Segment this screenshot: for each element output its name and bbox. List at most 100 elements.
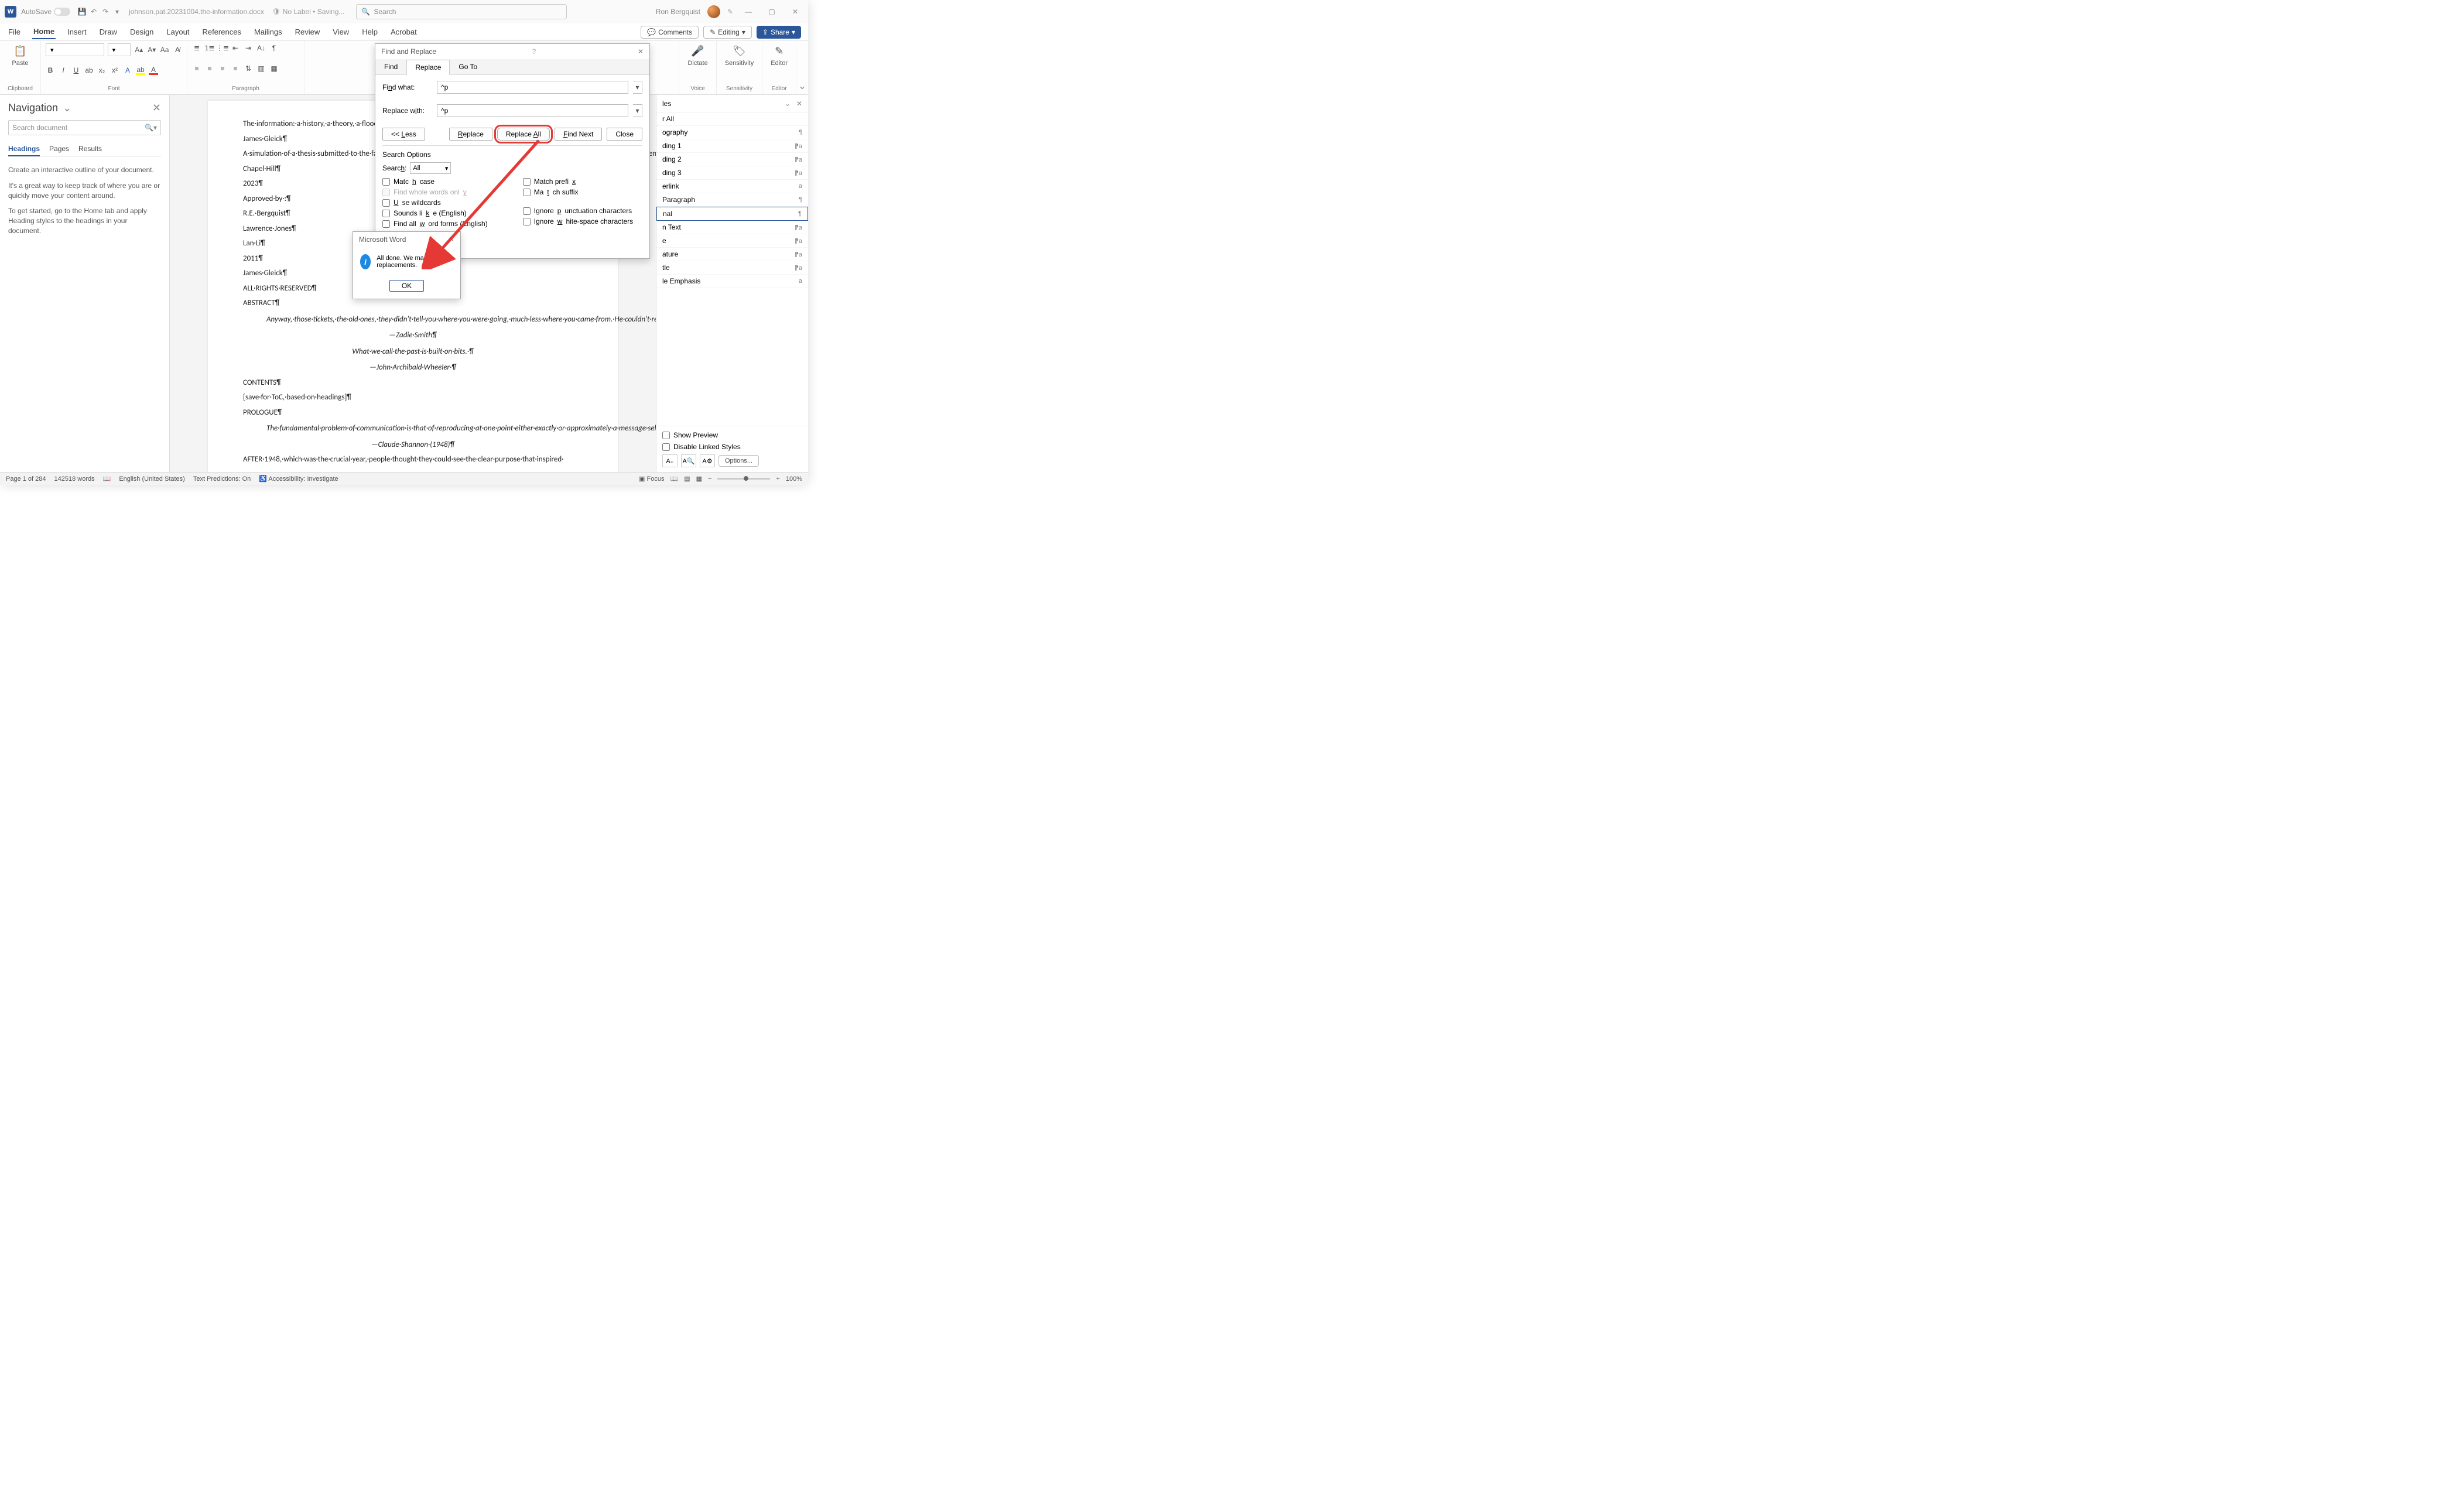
replace-all-button[interactable]: Replace All: [497, 128, 550, 141]
match-prefix-checkbox[interactable]: Match prefix: [523, 177, 633, 186]
replace-with-input[interactable]: ^p: [437, 104, 628, 117]
close-icon[interactable]: ✕: [152, 102, 161, 114]
decrease-indent-icon[interactable]: ⇤: [231, 43, 240, 53]
all-word-forms-checkbox[interactable]: Find all word forms (English): [382, 220, 488, 228]
tab-mailings[interactable]: Mailings: [253, 25, 283, 39]
user-avatar-icon[interactable]: [707, 5, 720, 18]
sensitivity-button[interactable]: 🏷Sensitivity: [721, 43, 758, 67]
fr-tab-replace[interactable]: Replace: [406, 60, 450, 75]
close-icon[interactable]: ✕: [787, 8, 803, 16]
replace-button[interactable]: Replace: [449, 128, 492, 141]
bold-icon[interactable]: B: [46, 66, 55, 75]
show-preview-checkbox[interactable]: Show Preview: [662, 431, 802, 439]
style-item[interactable]: ding 1⁋a: [656, 139, 808, 153]
style-inspector-icon[interactable]: A🔍: [681, 454, 696, 467]
status-accessibility[interactable]: ♿ Accessibility: Investigate: [259, 475, 338, 483]
style-options-button[interactable]: Options...: [718, 455, 759, 467]
ribbon-display-icon[interactable]: ✎: [727, 8, 733, 16]
sort-icon[interactable]: A↓: [256, 43, 266, 53]
text-effects-icon[interactable]: A: [123, 66, 132, 75]
close-icon[interactable]: ✕: [449, 235, 454, 244]
justify-icon[interactable]: ≡: [231, 64, 240, 73]
style-item[interactable]: n Text⁋a: [656, 221, 808, 234]
font-size-select[interactable]: ▾: [108, 43, 131, 56]
font-color-icon[interactable]: A: [149, 66, 158, 75]
chevron-down-icon[interactable]: ⌄: [63, 102, 71, 114]
editing-mode-button[interactable]: ✎ Editing ▾: [703, 26, 752, 39]
close-icon[interactable]: ✕: [638, 47, 644, 56]
redo-icon[interactable]: ↷: [100, 8, 111, 16]
tab-acrobat[interactable]: Acrobat: [389, 25, 418, 39]
tab-references[interactable]: References: [201, 25, 242, 39]
status-predictions[interactable]: Text Predictions: On: [193, 476, 251, 483]
wildcards-checkbox[interactable]: Use wildcards: [382, 199, 488, 207]
sounds-like-checkbox[interactable]: Sounds like (English): [382, 209, 488, 217]
focus-mode-button[interactable]: ▣ Focus: [639, 475, 664, 483]
close-button[interactable]: Close: [607, 128, 642, 141]
tab-layout[interactable]: Layout: [165, 25, 190, 39]
underline-icon[interactable]: U: [71, 66, 81, 75]
find-history-dropdown[interactable]: ▾: [633, 81, 642, 94]
less-button[interactable]: << Less: [382, 128, 425, 141]
style-item[interactable]: Paragraph¶: [656, 193, 808, 207]
zoom-level[interactable]: 100%: [786, 476, 802, 483]
nav-search-input[interactable]: Search document🔍▾: [8, 120, 161, 135]
align-center-icon[interactable]: ≡: [205, 64, 214, 73]
new-style-icon[interactable]: A₊: [662, 454, 678, 467]
superscript-icon[interactable]: x²: [110, 66, 119, 75]
tab-view[interactable]: View: [331, 25, 350, 39]
search-box[interactable]: 🔍 Search: [356, 4, 567, 19]
subscript-icon[interactable]: x₂: [97, 66, 107, 75]
style-item[interactable]: ding 3⁋a: [656, 166, 808, 180]
tab-file[interactable]: File: [7, 25, 22, 39]
grow-font-icon[interactable]: A▴: [134, 45, 143, 54]
comments-button[interactable]: 💬 Comments: [641, 26, 699, 39]
save-icon[interactable]: 💾: [76, 8, 88, 16]
style-item[interactable]: nal¶: [656, 207, 808, 221]
tab-insert[interactable]: Insert: [66, 25, 88, 39]
nav-tab-pages[interactable]: Pages: [49, 142, 69, 156]
ignore-punct-checkbox[interactable]: Ignore punctuation characters: [523, 207, 633, 215]
numbering-icon[interactable]: 1≣: [205, 43, 214, 53]
change-case-icon[interactable]: Aa: [160, 45, 169, 54]
shrink-font-icon[interactable]: A▾: [147, 45, 156, 54]
tab-design[interactable]: Design: [129, 25, 155, 39]
style-item[interactable]: erlinka: [656, 180, 808, 193]
style-item[interactable]: ding 2⁋a: [656, 153, 808, 166]
tab-home[interactable]: Home: [32, 25, 56, 39]
ok-button[interactable]: OK: [389, 280, 424, 292]
align-left-icon[interactable]: ≡: [192, 64, 201, 73]
increase-indent-icon[interactable]: ⇥: [244, 43, 253, 53]
style-item[interactable]: ature⁋a: [656, 248, 808, 261]
share-button[interactable]: ⇪ Share ▾: [757, 26, 801, 39]
autosave-toggle[interactable]: AutoSave: [21, 8, 70, 16]
replace-history-dropdown[interactable]: ▾: [633, 104, 642, 117]
italic-icon[interactable]: I: [59, 66, 68, 75]
undo-icon[interactable]: ↶: [88, 8, 100, 16]
switch-off-icon[interactable]: [54, 8, 70, 16]
find-next-button[interactable]: Find Next: [555, 128, 602, 141]
fr-tab-find[interactable]: Find: [375, 59, 406, 74]
web-layout-icon[interactable]: ▦: [696, 475, 702, 483]
zoom-out-icon[interactable]: −: [708, 476, 711, 483]
close-icon[interactable]: ✕: [796, 100, 802, 108]
disable-linked-checkbox[interactable]: Disable Linked Styles: [662, 443, 802, 451]
manage-styles-icon[interactable]: A⚙: [700, 454, 715, 467]
style-item[interactable]: ography¶: [656, 126, 808, 139]
fr-tab-goto[interactable]: Go To: [450, 59, 486, 74]
spellcheck-icon[interactable]: 📖: [103, 475, 111, 483]
minimize-icon[interactable]: —: [740, 8, 757, 16]
style-item[interactable]: tle⁋a: [656, 261, 808, 275]
style-item[interactable]: le Emphasisa: [656, 275, 808, 288]
zoom-in-icon[interactable]: +: [776, 476, 779, 483]
qat-dropdown-icon[interactable]: ▾: [111, 8, 123, 16]
paste-button[interactable]: 📋Paste: [5, 43, 36, 67]
font-family-select[interactable]: ▾: [46, 43, 104, 56]
collapse-ribbon-icon[interactable]: ⌄: [798, 80, 806, 92]
editor-button[interactable]: ✎Editor: [767, 43, 791, 67]
status-language[interactable]: English (United States): [119, 476, 185, 483]
style-item[interactable]: e⁋a: [656, 234, 808, 248]
status-page[interactable]: Page 1 of 284: [6, 476, 46, 483]
tab-help[interactable]: Help: [361, 25, 379, 39]
search-scope-select[interactable]: All▾: [410, 162, 451, 174]
